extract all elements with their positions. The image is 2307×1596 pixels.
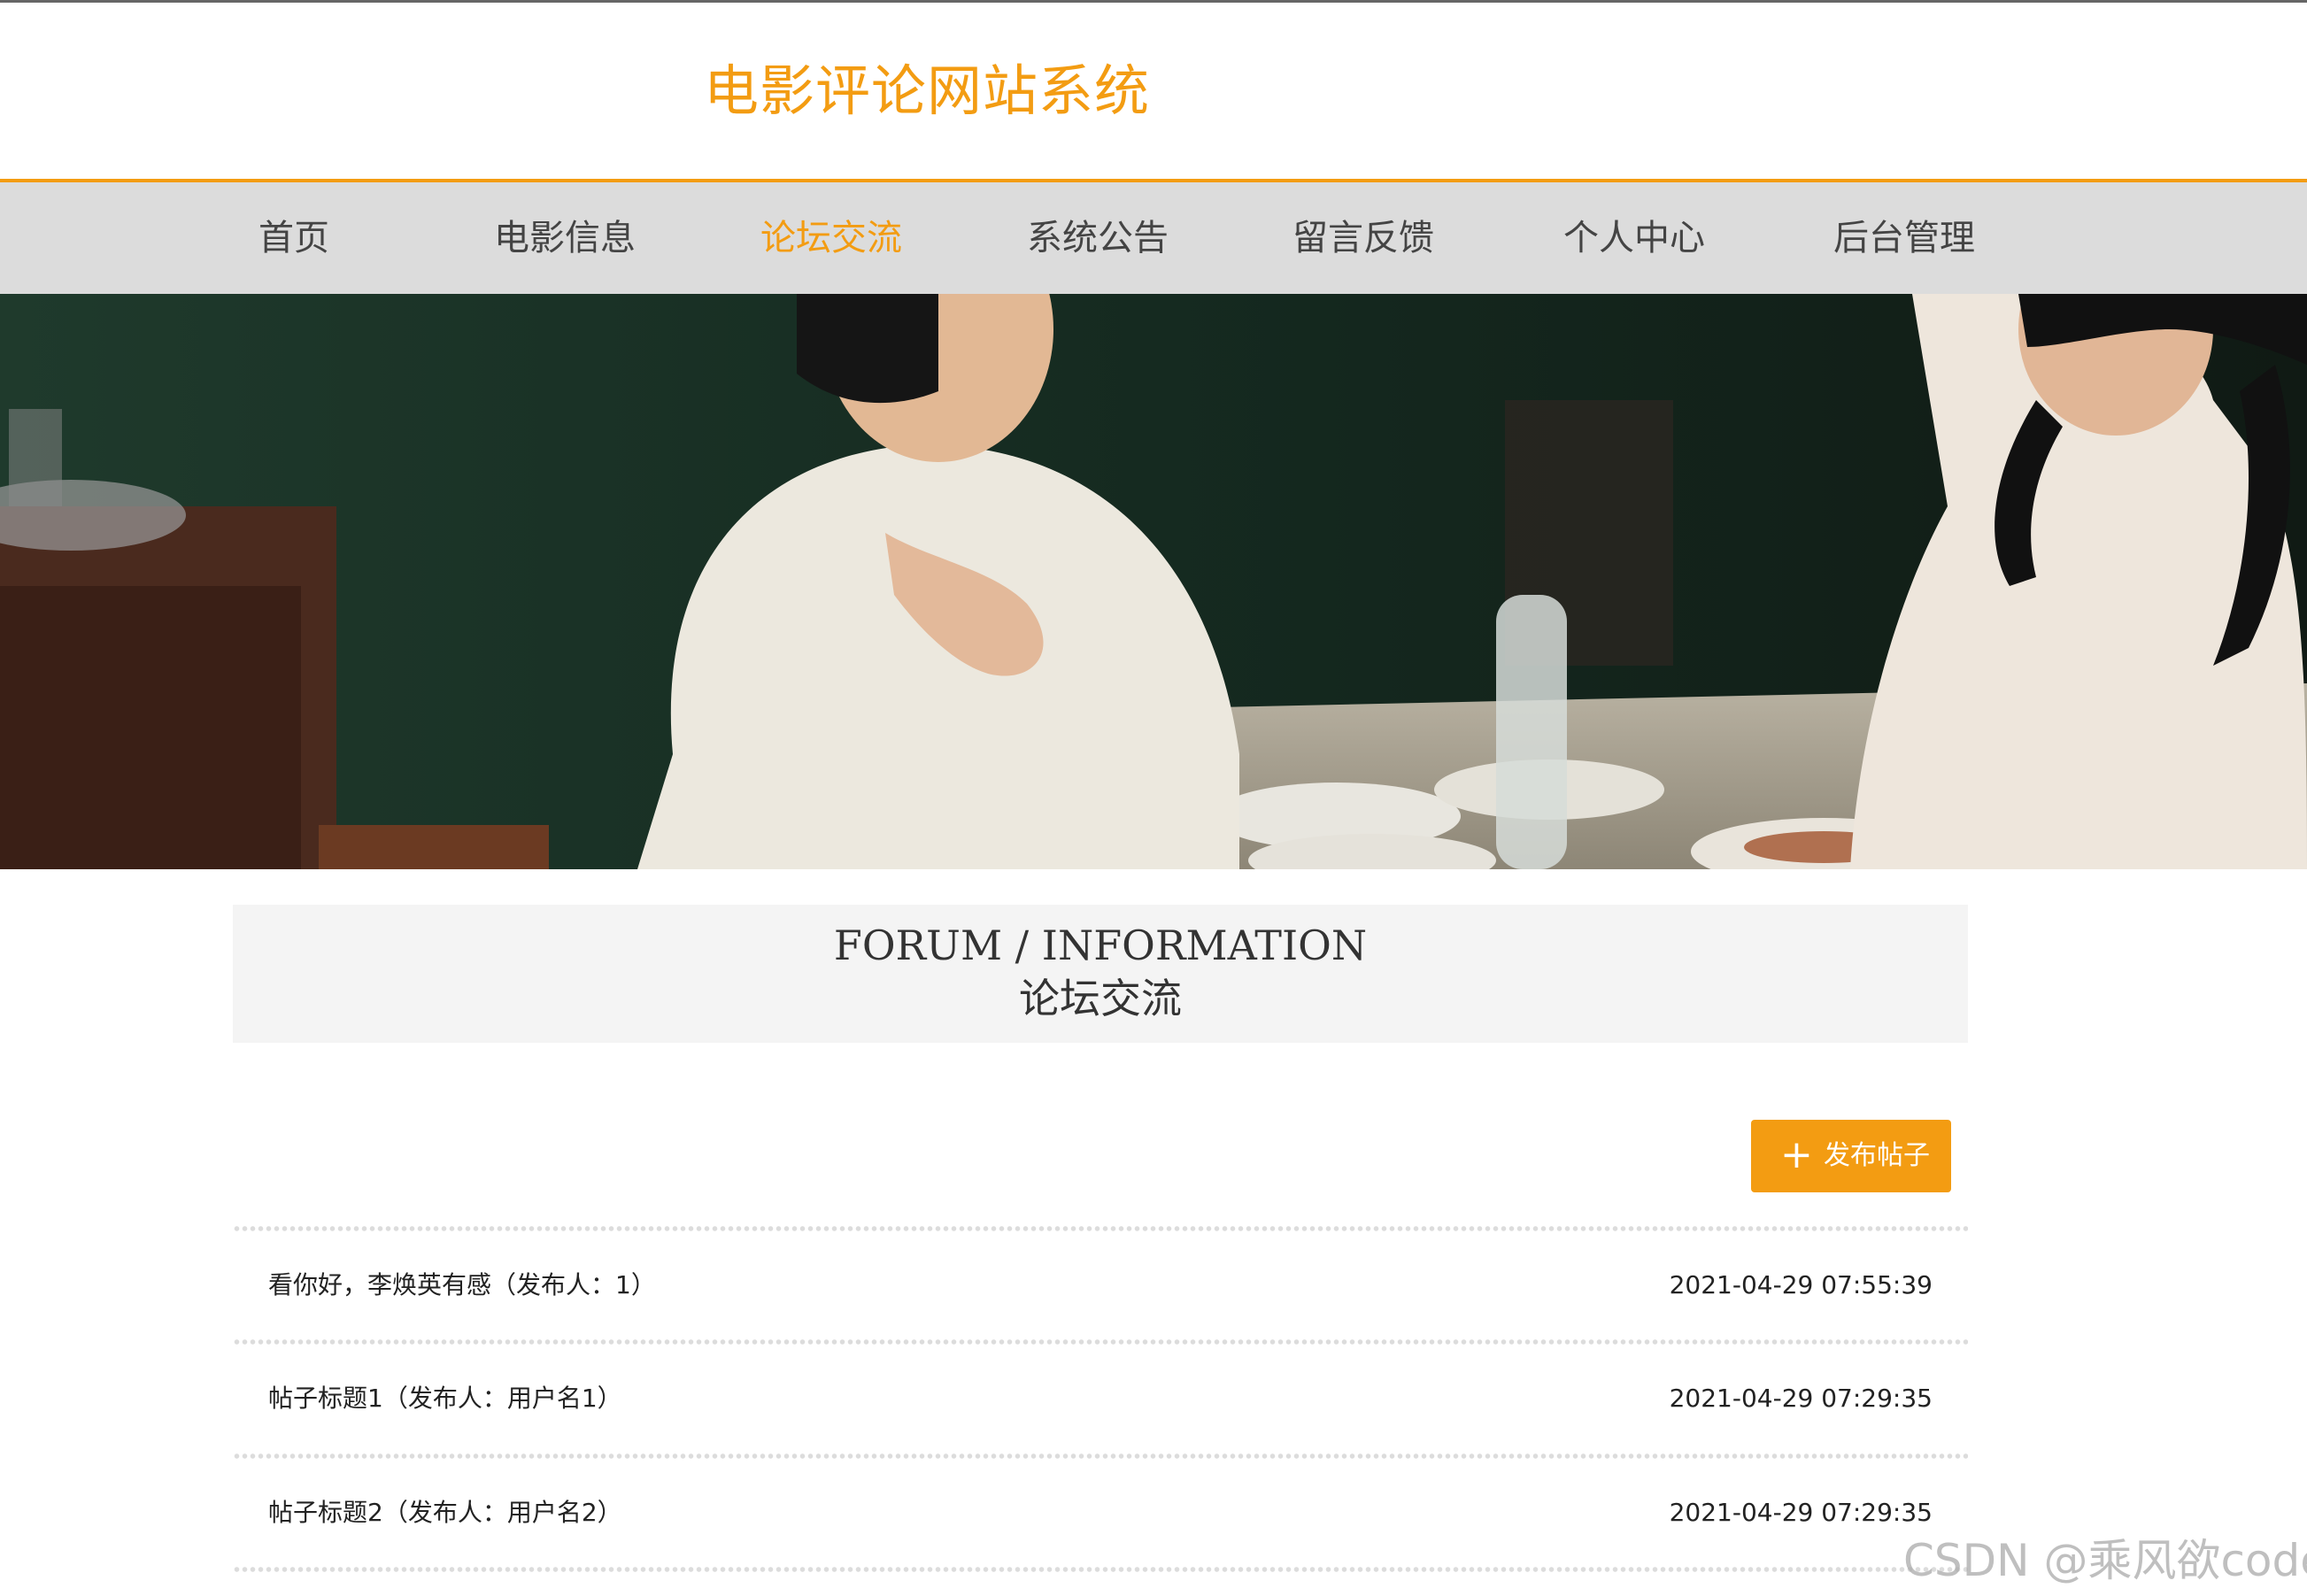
banner-image xyxy=(0,294,2307,869)
section-title-cn: 论坛交流 xyxy=(1019,975,1182,1022)
publish-post-label: 发布帖子 xyxy=(1824,1140,1930,1171)
row-divider xyxy=(233,1565,1968,1574)
post-row[interactable]: 看你好，李焕英有感（发布人：1） 2021-04-29 07:55:39 xyxy=(233,1233,1968,1338)
nav-item-movies[interactable]: 电影信息 xyxy=(494,182,636,294)
row-divider xyxy=(233,1338,1968,1346)
site-title[interactable]: 电影评论网站系统 xyxy=(704,56,1150,127)
publish-post-button[interactable]: + 发布帖子 xyxy=(1751,1120,1951,1192)
post-title[interactable]: 帖子标题1（发布人：用户名1） xyxy=(268,1346,622,1451)
site-header: 电影评论网站系统 xyxy=(0,3,2307,180)
post-time: 2021-04-29 07:55:39 xyxy=(1669,1270,1933,1299)
plus-icon: + xyxy=(1780,1132,1813,1177)
post-time: 2021-04-29 07:29:35 xyxy=(1669,1498,1933,1527)
nav-item-forum[interactable]: 论坛交流 xyxy=(760,182,902,294)
nav-item-admin[interactable]: 后台管理 xyxy=(1833,182,1975,294)
section-header: FORUM / INFORMATION 论坛交流 xyxy=(233,905,1968,1043)
main-nav: 首页 电影信息 论坛交流 系统公告 留言反馈 个人中心 后台管理 xyxy=(0,179,2307,294)
watermark: CSDN @乘风欲code xyxy=(1903,1535,2307,1586)
post-title[interactable]: 看你好，李焕英有感（发布人：1） xyxy=(268,1233,656,1338)
post-row[interactable]: 帖子标题2（发布人：用户名2） 2021-04-29 07:29:35 xyxy=(233,1461,1968,1565)
section-title-en: FORUM / INFORMATION xyxy=(833,921,1368,969)
nav-item-feedback[interactable]: 留言反馈 xyxy=(1292,182,1434,294)
nav-item-home[interactable]: 首页 xyxy=(258,182,329,294)
post-title[interactable]: 帖子标题2（发布人：用户名2） xyxy=(268,1461,622,1565)
post-time: 2021-04-29 07:29:35 xyxy=(1669,1384,1933,1413)
banner-carousel[interactable] xyxy=(0,294,2307,869)
row-divider xyxy=(233,1224,1968,1233)
post-row[interactable]: 帖子标题1（发布人：用户名1） 2021-04-29 07:29:35 xyxy=(233,1346,1968,1451)
nav-item-announcements[interactable]: 系统公告 xyxy=(1027,182,1169,294)
row-divider xyxy=(233,1452,1968,1461)
nav-item-profile[interactable]: 个人中心 xyxy=(1563,182,1705,294)
